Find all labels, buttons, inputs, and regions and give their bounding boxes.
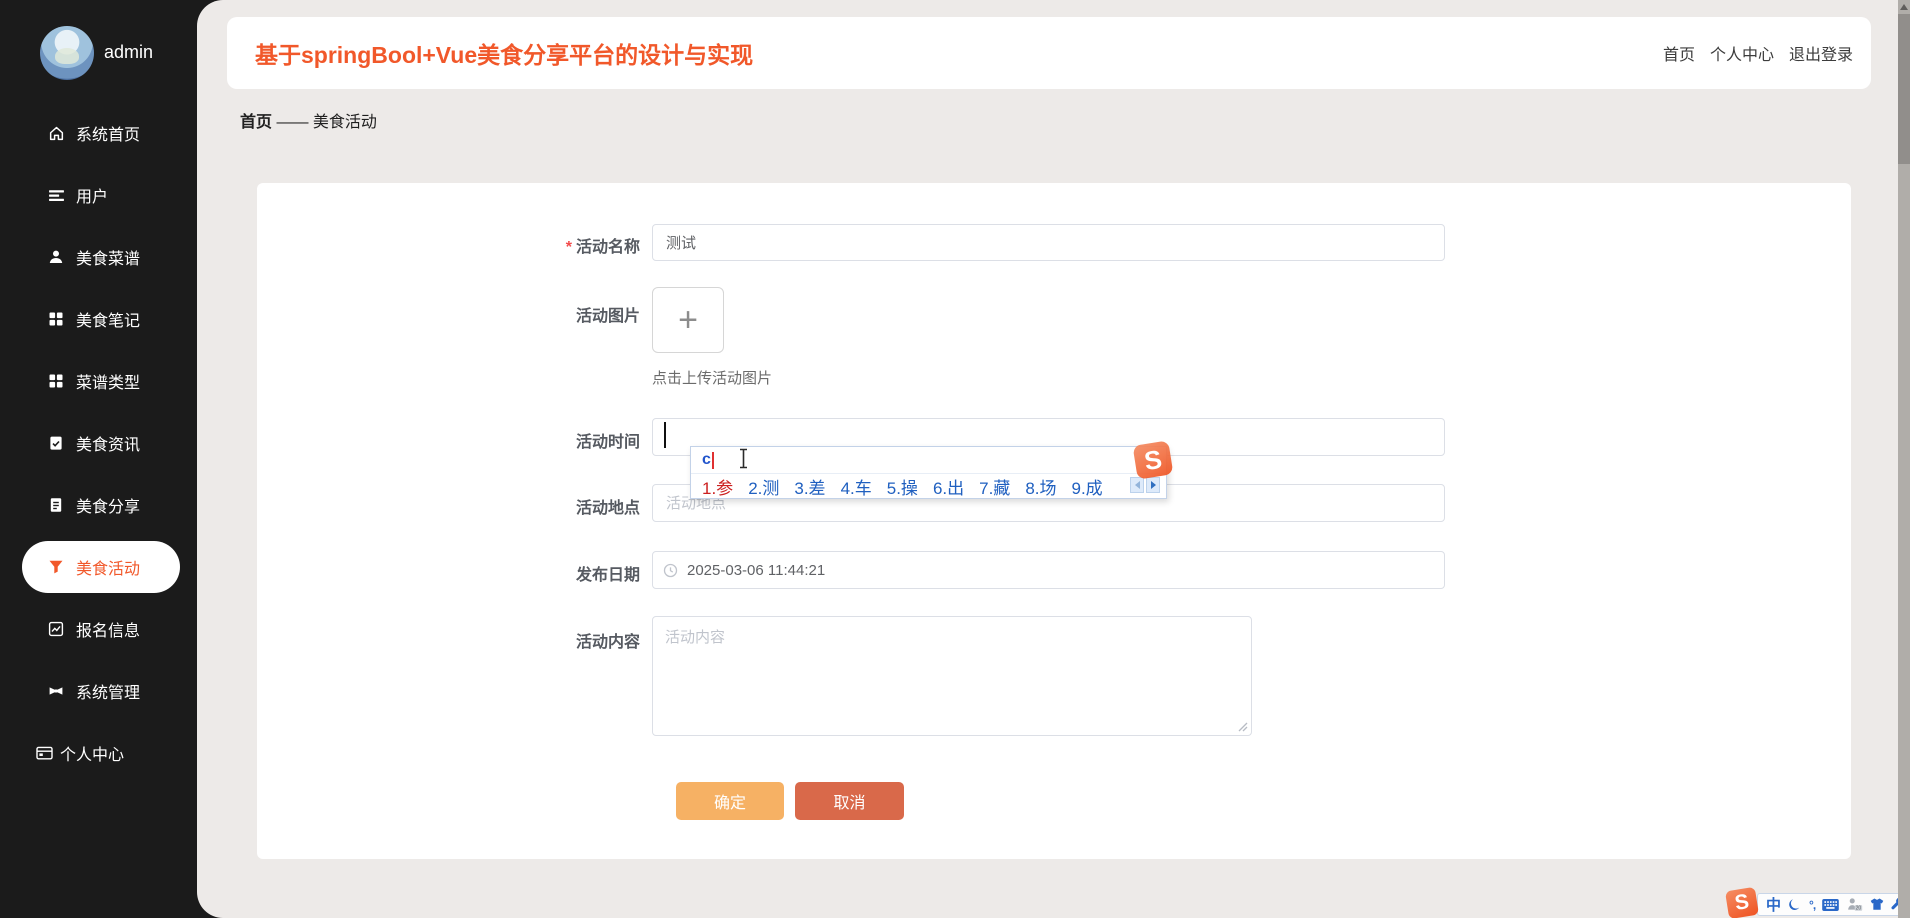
ime-typed-text: c — [702, 451, 711, 469]
sidebar-item-system-manage[interactable]: 系统管理 — [22, 671, 180, 711]
image-upload-box[interactable]: + — [652, 287, 724, 353]
scrollbar-thumb[interactable] — [1898, 14, 1910, 164]
ime-candidate[interactable]: 3.差 — [794, 474, 825, 499]
sidebar-item-label: 美食分享 — [76, 493, 140, 517]
breadcrumb-home[interactable]: 首页 — [240, 114, 272, 131]
user-badge-icon[interactable]: 20 — [1846, 897, 1863, 912]
breadcrumb-separator: —— — [276, 114, 308, 131]
ime-status-bar: 中 °, 20 — [1757, 893, 1910, 916]
ime-candidate[interactable]: 1.参 — [702, 474, 733, 499]
upload-hint: 点击上传活动图片 — [652, 367, 772, 388]
activity-form: *活动名称 活动图片 + 点击上传活动图片 活动时间 活动地点 发布日期 202… — [257, 183, 1851, 859]
sidebar-item-label: 美食资讯 — [76, 431, 140, 455]
chart-icon — [47, 620, 65, 638]
tools-icon — [47, 682, 65, 700]
sidebar-item-share[interactable]: 美食分享 — [22, 485, 180, 525]
activity-time-label: 活动时间 — [390, 428, 640, 452]
ime-next-page-icon[interactable] — [1146, 477, 1160, 493]
sogou-logo[interactable]: S — [1725, 887, 1759, 918]
ibeam-cursor — [737, 448, 750, 474]
activity-name-label: *活动名称 — [390, 233, 640, 257]
top-link-personal-center[interactable]: 个人中心 — [1710, 41, 1774, 65]
ime-candidate-row: 1.参 2.测 3.差 4.车 5.操 6.出 7.藏 8.场 9.成 — [691, 473, 1166, 498]
top-link-logout[interactable]: 退出登录 — [1789, 41, 1853, 65]
sidebar-item-recipes[interactable]: 美食菜谱 — [22, 237, 180, 277]
ime-candidate[interactable]: 6.出 — [933, 474, 964, 499]
publish-date-input[interactable]: 2025-03-06 11:44:21 — [652, 551, 1445, 589]
ime-pager — [1130, 477, 1160, 493]
breadcrumb: 首页 —— 美食活动 — [240, 108, 377, 132]
ime-candidate[interactable]: 2.测 — [748, 474, 779, 499]
activity-content-textarea[interactable] — [652, 616, 1252, 736]
sidebar-item-label: 美食菜谱 — [76, 245, 140, 269]
list-icon — [47, 186, 65, 204]
sidebar: admin 系统首页 用户 美食菜谱 美食笔记 — [0, 0, 197, 918]
sidebar-item-users[interactable]: 用户 — [22, 175, 180, 215]
top-link-home[interactable]: 首页 — [1663, 41, 1695, 65]
clipboard-icon — [47, 496, 65, 514]
card-icon — [36, 744, 54, 762]
sidebar-item-label: 用户 — [76, 183, 108, 207]
ime-candidate[interactable]: 4.车 — [841, 474, 872, 499]
text-caret — [664, 422, 666, 448]
ime-typed-row: c — [691, 447, 1166, 473]
page-title: 基于springBool+Vue美食分享平台的设计与实现 — [255, 36, 753, 70]
user-icon — [47, 248, 65, 266]
home-icon — [47, 124, 65, 142]
confirm-button[interactable]: 确定 — [676, 782, 784, 820]
sogou-logo: S — [1133, 440, 1174, 479]
activity-image-label: 活动图片 — [390, 302, 640, 326]
sidebar-item-news[interactable]: 美食资讯 — [22, 423, 180, 463]
sidebar-item-label: 个人中心 — [60, 741, 124, 765]
activity-name-input[interactable] — [652, 224, 1445, 261]
clipboard-check-icon — [47, 434, 65, 452]
header-bar: 基于springBool+Vue美食分享平台的设计与实现 首页 个人中心 退出登… — [227, 17, 1871, 89]
required-mark: * — [566, 239, 572, 256]
sidebar-item-personal-center[interactable]: 个人中心 — [22, 733, 180, 773]
sidebar-item-system-home[interactable]: 系统首页 — [22, 113, 180, 153]
sidebar-item-label: 系统首页 — [76, 121, 140, 145]
publish-date-label: 发布日期 — [390, 561, 640, 585]
ime-caret — [712, 452, 714, 469]
sidebar-item-activities[interactable]: 美食活动 — [22, 541, 180, 593]
keyboard-icon[interactable] — [1822, 899, 1839, 911]
scroll-up-icon[interactable] — [1900, 4, 1908, 10]
top-nav: 首页 个人中心 退出登录 — [1663, 41, 1853, 65]
sidebar-item-label: 系统管理 — [76, 679, 140, 703]
sidebar-item-registrations[interactable]: 报名信息 — [22, 609, 180, 649]
sidebar-item-label: 报名信息 — [76, 617, 140, 641]
tshirt-icon[interactable] — [1870, 898, 1884, 911]
moon-icon[interactable] — [1788, 898, 1802, 912]
ime-candidate[interactable]: 7.藏 — [979, 474, 1010, 499]
sidebar-item-label: 美食活动 — [76, 555, 140, 579]
grid-icon — [47, 310, 65, 328]
sidebar-item-notes[interactable]: 美食笔记 — [22, 299, 180, 339]
username: admin — [104, 42, 153, 63]
svg-text:20: 20 — [1856, 905, 1862, 911]
ime-prev-page-icon[interactable] — [1130, 477, 1144, 493]
clock-icon — [663, 563, 678, 578]
sidebar-item-recipe-types[interactable]: 菜谱类型 — [22, 361, 180, 401]
plus-icon: + — [678, 303, 698, 337]
publish-date-value: 2025-03-06 11:44:21 — [687, 562, 825, 579]
sidebar-item-label: 菜谱类型 — [76, 369, 140, 393]
activity-place-label: 活动地点 — [390, 494, 640, 518]
breadcrumb-current: 美食活动 — [313, 114, 377, 131]
vertical-scrollbar[interactable] — [1898, 0, 1910, 918]
avatar[interactable] — [40, 26, 94, 80]
ime-candidate[interactable]: 5.操 — [887, 474, 918, 499]
sidebar-item-label: 美食笔记 — [76, 307, 140, 331]
ime-candidate[interactable]: 8.场 — [1025, 474, 1056, 499]
punctuation-icon[interactable]: °, — [1809, 898, 1815, 912]
ime-candidate[interactable]: 9.成 — [1072, 474, 1103, 499]
grid-icon — [47, 372, 65, 390]
ime-candidate-popup: c 1.参 2.测 3.差 4.车 5.操 6.出 7.藏 8.场 9.成 — [690, 446, 1167, 499]
app-window: admin 系统首页 用户 美食菜谱 美食笔记 — [0, 0, 1910, 918]
cancel-button[interactable]: 取消 — [795, 782, 904, 820]
activity-content-label: 活动内容 — [390, 628, 640, 652]
funnel-icon — [47, 558, 65, 576]
ime-mode-chinese[interactable]: 中 — [1766, 894, 1781, 915]
